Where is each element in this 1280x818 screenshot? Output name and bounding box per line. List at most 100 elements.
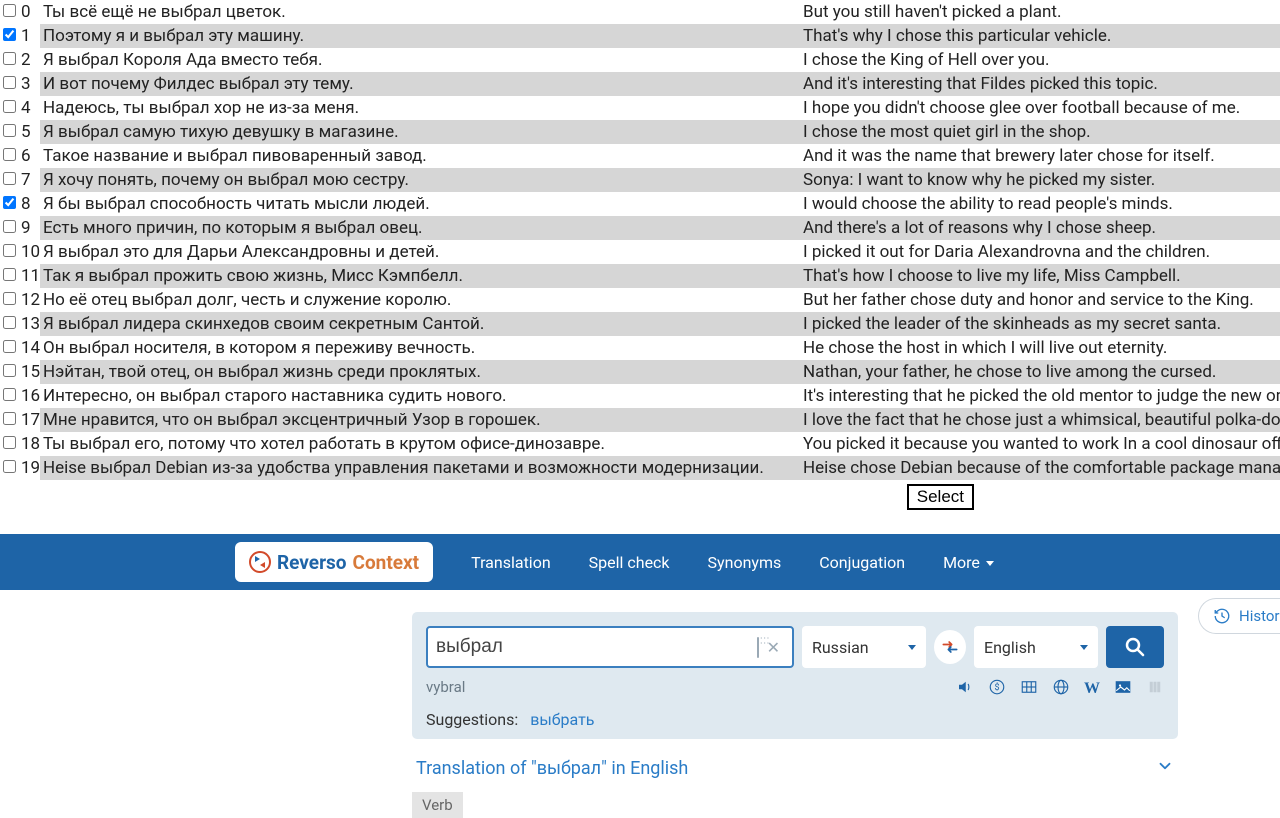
table-row: 13Я выбрал лидера скинхедов своим секрет… xyxy=(0,312,1280,336)
search-panel: ✕ Russian English xyxy=(412,612,1178,739)
row-checkbox[interactable] xyxy=(3,292,16,305)
table-row: 2Я выбрал Короля Ада вместо тебя.I chose… xyxy=(0,48,1280,72)
reverso-logo[interactable]: Reverso Context xyxy=(235,542,433,582)
row-index: 4 xyxy=(18,96,40,120)
row-checkbox[interactable] xyxy=(3,268,16,281)
row-index: 9 xyxy=(18,216,40,240)
row-checkbox[interactable] xyxy=(3,100,16,113)
row-index: 16 xyxy=(18,384,40,408)
source-text: Так я выбрал прожить свою жизнь, Мисс Кэ… xyxy=(40,264,800,288)
table-row: 11Так я выбрал прожить свою жизнь, Мисс … xyxy=(0,264,1280,288)
nav-conjugation[interactable]: Conjugation xyxy=(819,553,905,572)
table-row: 14Он выбрал носителя, в котором я пережи… xyxy=(0,336,1280,360)
source-text: Такое название и выбрал пивоваренный зав… xyxy=(40,144,800,168)
nav-spellcheck[interactable]: Spell check xyxy=(589,553,670,572)
row-checkbox[interactable] xyxy=(3,28,16,41)
target-language-select[interactable]: English xyxy=(974,626,1098,668)
row-checkbox[interactable] xyxy=(3,316,16,329)
table-row: 16Интересно, он выбрал старого наставник… xyxy=(0,384,1280,408)
source-text: Я выбрал это для Дарьи Александровны и д… xyxy=(40,240,800,264)
target-language-label: English xyxy=(984,638,1036,657)
nav-translation[interactable]: Translation xyxy=(471,553,551,572)
row-index: 2 xyxy=(18,48,40,72)
table-row: 4Надеюсь, ты выбрал хор не из-за меня.I … xyxy=(0,96,1280,120)
table-row: 1Поэтому я и выбрал эту машину.That's wh… xyxy=(0,24,1280,48)
history-icon xyxy=(1213,607,1231,625)
source-text: Нэйтан, твой отец, он выбрал жизнь среди… xyxy=(40,360,800,384)
table-row: 9Есть много причин, по которым я выбрал … xyxy=(0,216,1280,240)
target-text: That's why I chose this particular vehic… xyxy=(800,24,1280,48)
row-index: 19 xyxy=(18,456,40,480)
row-checkbox[interactable] xyxy=(3,4,16,17)
row-checkbox[interactable] xyxy=(3,364,16,377)
keyboard-icon[interactable] xyxy=(753,638,763,657)
search-icon xyxy=(1123,635,1147,659)
table-row: 3И вот почему Филдес выбрал эту тему.And… xyxy=(0,72,1280,96)
table-row: 19Heise выбрал Debian из-за удобства упр… xyxy=(0,456,1280,480)
row-checkbox[interactable] xyxy=(3,220,16,233)
row-checkbox[interactable] xyxy=(3,52,16,65)
row-index: 12 xyxy=(18,288,40,312)
suggestion-link[interactable]: выбрать xyxy=(530,710,594,729)
logo-text-reverso: Reverso xyxy=(277,551,347,574)
row-checkbox[interactable] xyxy=(3,172,16,185)
table-row: 10Я выбрал это для Дарьи Александровны и… xyxy=(0,240,1280,264)
source-text: Я хочу понять, почему он выбрал мою сест… xyxy=(40,168,800,192)
row-index: 14 xyxy=(18,336,40,360)
row-checkbox[interactable] xyxy=(3,460,16,473)
source-text: Heise выбрал Debian из-за удобства управ… xyxy=(40,456,800,480)
source-language-label: Russian xyxy=(812,638,869,657)
target-text: Heise chose Debian because of the comfor… xyxy=(800,456,1280,480)
row-index: 18 xyxy=(18,432,40,456)
row-checkbox[interactable] xyxy=(3,388,16,401)
row-checkbox[interactable] xyxy=(3,340,16,353)
row-checkbox[interactable] xyxy=(3,196,16,209)
row-checkbox[interactable] xyxy=(3,436,16,449)
target-text: It's interesting that he picked the old … xyxy=(800,384,1280,408)
wikipedia-icon[interactable]: W xyxy=(1084,680,1100,698)
swap-languages-button[interactable] xyxy=(934,630,966,664)
source-text: Я выбрал Короля Ада вместо тебя. xyxy=(40,48,800,72)
search-input-wrapper: ✕ xyxy=(426,626,794,668)
source-text: Мне нравится, что он выбрал эксцентричны… xyxy=(40,408,800,432)
image-icon[interactable] xyxy=(1114,678,1132,700)
row-index: 7 xyxy=(18,168,40,192)
definition-icon[interactable]: $ xyxy=(988,678,1006,700)
source-text: Он выбрал носителя, в котором я переживу… xyxy=(40,336,800,360)
row-index: 0 xyxy=(18,0,40,24)
target-text: You picked it because you wanted to work… xyxy=(800,432,1280,456)
row-checkbox[interactable] xyxy=(3,148,16,161)
suggestions-row: Suggestions: выбрать xyxy=(426,710,1164,729)
table-row: 0Ты всё ещё не выбрал цветок.But you sti… xyxy=(0,0,1280,24)
examples-table: 0Ты всё ещё не выбрал цветок.But you sti… xyxy=(0,0,1280,480)
suggestions-label: Suggestions: xyxy=(426,710,518,729)
globe-icon[interactable] xyxy=(1052,678,1070,700)
audio-icon[interactable] xyxy=(956,678,974,700)
chevron-down-icon xyxy=(908,645,916,650)
translation-header[interactable]: Translation of "выбрал" in English xyxy=(412,757,1178,780)
search-button[interactable] xyxy=(1106,626,1164,668)
target-text: I chose the most quiet girl in the shop. xyxy=(800,120,1280,144)
target-text: Sonya: I want to know why he picked my s… xyxy=(800,168,1280,192)
logo-text-context: Context xyxy=(353,551,420,574)
target-text: I picked the leader of the skinheads as … xyxy=(800,312,1280,336)
table-row: 6Такое название и выбрал пивоваренный за… xyxy=(0,144,1280,168)
grid-icon[interactable] xyxy=(1020,678,1038,700)
nav-synonyms[interactable]: Synonyms xyxy=(708,553,782,572)
target-text: I hope you didn't choose glee over footb… xyxy=(800,96,1280,120)
search-input[interactable] xyxy=(436,636,753,658)
history-button[interactable]: History xyxy=(1198,598,1280,634)
source-language-select[interactable]: Russian xyxy=(802,626,926,668)
select-button[interactable]: Select xyxy=(907,484,974,510)
row-checkbox[interactable] xyxy=(3,244,16,257)
nav-more[interactable]: More xyxy=(943,553,994,572)
row-index: 15 xyxy=(18,360,40,384)
source-text: Но её отец выбрал долг, честь и служение… xyxy=(40,288,800,312)
row-checkbox[interactable] xyxy=(3,76,16,89)
row-checkbox[interactable] xyxy=(3,412,16,425)
table-row: 8Я бы выбрал способность читать мысли лю… xyxy=(0,192,1280,216)
row-checkbox[interactable] xyxy=(3,124,16,137)
table-row: 18Ты выбрал его, потому что хотел работа… xyxy=(0,432,1280,456)
source-text: И вот почему Филдес выбрал эту тему. xyxy=(40,72,800,96)
table-row: 17Мне нравится, что он выбрал эксцентрич… xyxy=(0,408,1280,432)
